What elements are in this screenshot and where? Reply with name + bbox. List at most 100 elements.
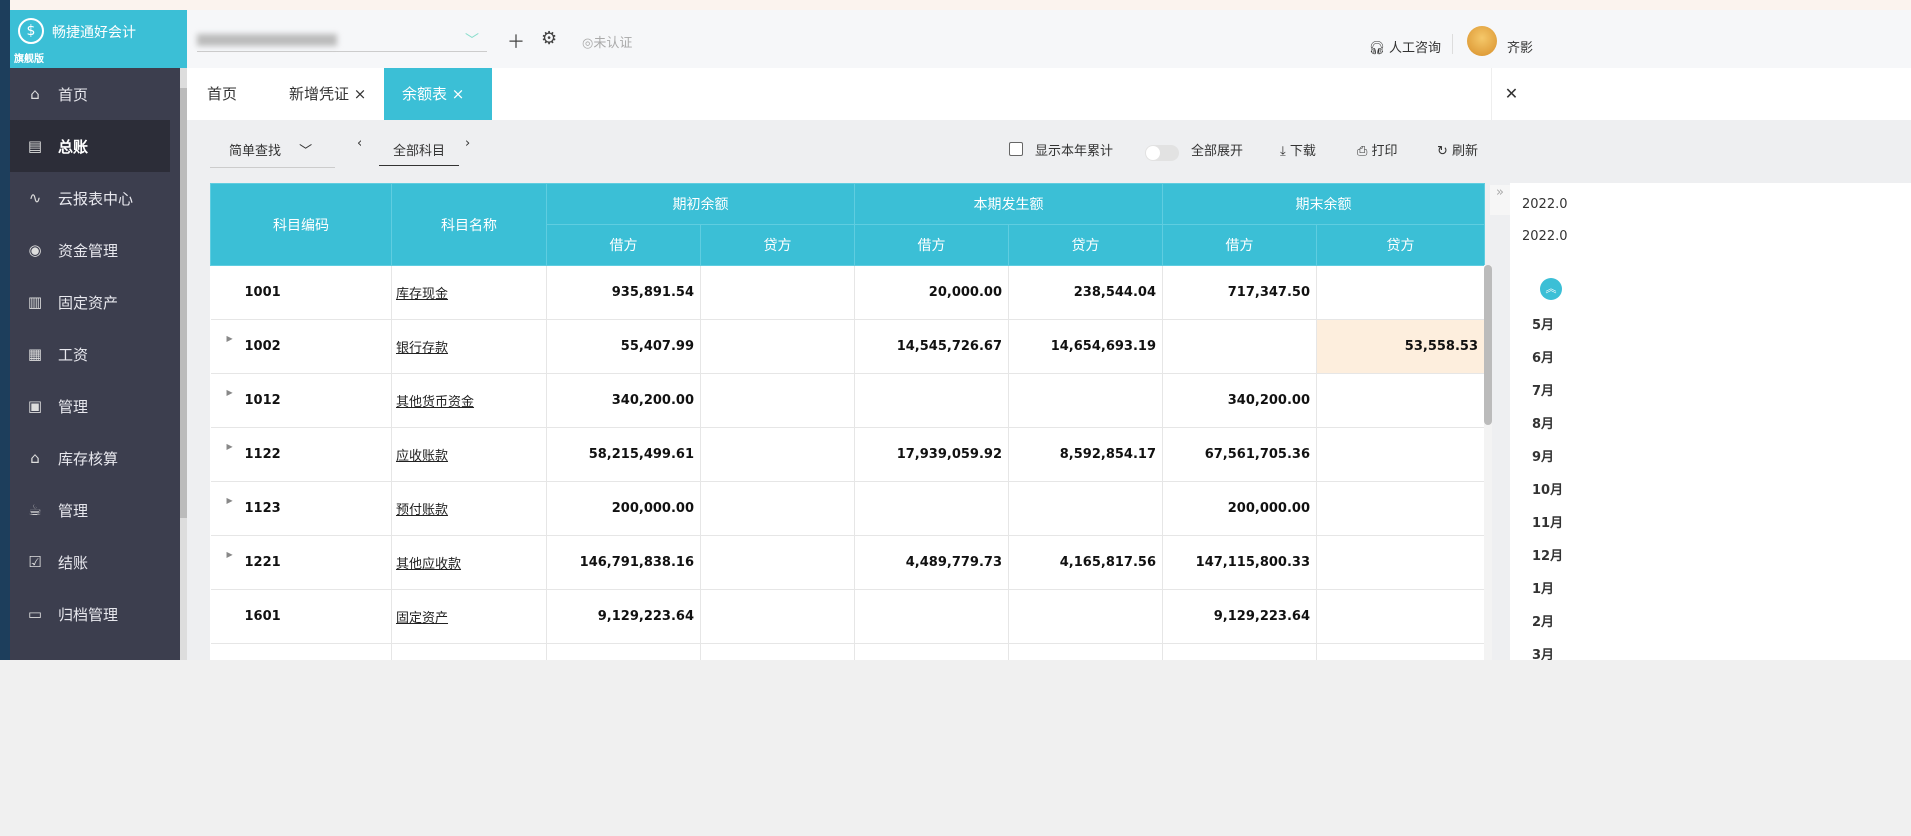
sidebar-scrollbar[interactable] xyxy=(180,68,187,660)
table-row[interactable]: ▶ 1002 银行存款 55,407.99 14,545,726.67 14,654,… xyxy=(210,319,1485,374)
scroll-up-icon[interactable]: ︽ xyxy=(1540,278,1562,300)
sidebar-item[interactable]: ▥ 固定资产 xyxy=(10,276,170,328)
account-name-link[interactable]: 固定资产 xyxy=(396,611,448,626)
unverified-badge[interactable]: ◎未认证 xyxy=(582,32,632,51)
cell-od: 58,215,499.61 xyxy=(546,427,701,482)
expand-all-toggle[interactable] xyxy=(1145,145,1179,161)
table-row[interactable]: ▶ 1123 预付账款 200,000.00 200,000.00 xyxy=(210,481,1485,536)
header-closing: 期末余额 xyxy=(1162,183,1485,225)
table-row[interactable]: ▶ 1122 应收账款 58,215,499.61 17,939,059.92 8,5… xyxy=(210,427,1485,482)
cell-od: 200,000.00 xyxy=(546,481,701,536)
expand-arrow-icon[interactable]: ▶ xyxy=(227,442,233,451)
table-row[interactable]: 1601 固定资产 9,129,223.64 9,129,223.64 xyxy=(210,589,1485,644)
avatar[interactable] xyxy=(1467,26,1497,56)
month-item[interactable]: 6月 xyxy=(1532,342,1563,375)
month-item[interactable]: 7月 xyxy=(1532,375,1563,408)
expand-arrow-icon[interactable]: ▶ xyxy=(227,496,233,505)
account-name-link[interactable]: 银行存款 xyxy=(396,341,448,356)
cell-cc xyxy=(1316,427,1485,482)
sidebar-item[interactable]: ▭ 归档管理 xyxy=(10,588,170,640)
month-list: 2022 5月6月7月8月9月10月11月12月1月2月3月 xyxy=(1524,309,1563,701)
sidebar-item[interactable]: ∿ 云报表中心 xyxy=(10,172,170,224)
header-credit: 贷方 xyxy=(700,224,855,266)
subject-select[interactable]: 全部科目 xyxy=(379,140,460,166)
sidebar-item[interactable]: ▣ 管理 xyxy=(10,380,170,432)
sidebar-item[interactable]: ⌂ 库存核算 xyxy=(10,432,170,484)
account-name-link[interactable]: 库存现金 xyxy=(396,287,448,302)
account-name-link[interactable]: 预付账款 xyxy=(396,503,448,518)
cell-cc xyxy=(1316,265,1485,320)
download-button[interactable]: ⤓ 下载 xyxy=(1280,140,1316,159)
month-item[interactable]: 10月 xyxy=(1532,474,1563,507)
consult-button[interactable]: 🎧︎ 人工咨询 xyxy=(1368,37,1441,56)
period-start[interactable]: 2022.0 xyxy=(1522,197,1568,212)
cell-cd: 717,347.50 xyxy=(1162,265,1317,320)
company-selector[interactable]: ﹀ xyxy=(197,30,487,52)
tab-balance-sheet[interactable]: 余额表 × xyxy=(384,68,492,120)
sidebar-item[interactable]: ◉ 资金管理 xyxy=(10,224,170,276)
account-code: 1123 xyxy=(244,501,281,516)
chevron-down-icon: ﹀ xyxy=(465,33,479,49)
table-row[interactable]: 1001 库存现金 935,891.54 20,000.00 238,544.04 7… xyxy=(210,265,1485,320)
search-mode-label: 简单查找 xyxy=(229,144,282,159)
cell-pd: 14,545,726.67 xyxy=(854,319,1009,374)
month-item[interactable]: 8月 xyxy=(1532,408,1563,441)
user-name[interactable]: 齐影 xyxy=(1507,37,1533,56)
cell-od: 55,407.99 xyxy=(546,319,701,374)
show-year-total-checkbox[interactable] xyxy=(1009,142,1023,156)
sidebar-item[interactable]: ▤ 总账 xyxy=(10,120,170,172)
refresh-button[interactable]: ↻ 刷新 xyxy=(1437,140,1478,159)
collapse-panel-icon[interactable]: » xyxy=(1490,185,1510,215)
cell-name: 银行存款 xyxy=(391,319,547,374)
expand-arrow-icon[interactable]: ▶ xyxy=(227,550,233,559)
period-panel: 2022.0 2022.0 ︽ 2022 5月6月7月8月9月10月11月12月… xyxy=(1510,183,1911,701)
month-item[interactable]: 11月 xyxy=(1532,507,1563,540)
month-item[interactable]: 2月 xyxy=(1532,606,1563,639)
sidebar-item[interactable]: ▦ 工资 xyxy=(10,328,170,380)
print-button[interactable]: ⎙ 打印 xyxy=(1357,140,1398,159)
tab-new-voucher[interactable]: 新增凭证 × xyxy=(289,68,366,120)
app-name: 畅捷通好会计 xyxy=(52,25,136,41)
next-subject-button[interactable]: › xyxy=(465,136,470,151)
sidebar-item[interactable]: ⌂ 首页 xyxy=(10,68,170,120)
cell-od: 340,200.00 xyxy=(546,373,701,428)
chart-icon: ∿ xyxy=(28,189,42,207)
account-name-link[interactable]: 应收账款 xyxy=(396,449,448,464)
search-mode-select[interactable]: 简单查找 ﹀ xyxy=(210,140,335,168)
month-item[interactable]: 1月 xyxy=(1532,573,1563,606)
sidebar-item-label: 资金管理 xyxy=(58,241,119,260)
sidebar-item[interactable]: ☑ 结账 xyxy=(10,536,170,588)
month-item[interactable]: 9月 xyxy=(1532,441,1563,474)
sidebar-item-label: 管理 xyxy=(58,397,89,416)
cell-pd: 17,939,059.92 xyxy=(854,427,1009,482)
checkout-icon: ☑ xyxy=(28,553,42,571)
period-end[interactable]: 2022.0 xyxy=(1522,229,1568,244)
cell-pc: 14,654,693.19 xyxy=(1008,319,1163,374)
tab-home[interactable]: 首页 xyxy=(207,68,237,120)
cell-cd: 67,561,705.36 xyxy=(1162,427,1317,482)
account-name-link[interactable]: 其他应收款 xyxy=(396,557,461,572)
month-item[interactable]: 5月 xyxy=(1532,309,1563,342)
cell-od: 935,891.54 xyxy=(546,265,701,320)
gear-icon[interactable]: ⚙ xyxy=(541,28,557,49)
table-scrollbar[interactable] xyxy=(1484,265,1492,660)
account-name-link[interactable]: 其他货币资金 xyxy=(396,395,474,410)
cell-code: 1601 xyxy=(210,589,392,644)
close-icon[interactable]: ✕ xyxy=(1491,68,1531,120)
prev-subject-button[interactable]: ‹ xyxy=(357,136,362,151)
table-row[interactable]: ▶ 1012 其他货币资金 340,200.00 340,200.00 xyxy=(210,373,1485,428)
month-item[interactable]: 12月 xyxy=(1532,540,1563,573)
expand-arrow-icon[interactable]: ▶ xyxy=(227,388,233,397)
sidebar-item[interactable]: ☕ 管理 xyxy=(10,484,170,536)
expand-arrow-icon[interactable]: ▶ xyxy=(227,334,233,343)
sidebar-item-label: 管理 xyxy=(58,501,89,520)
cell-oc xyxy=(700,373,855,428)
cell-name: 固定资产 xyxy=(391,589,547,644)
company-name-blurred xyxy=(197,34,337,46)
cell-code: ▶ 1221 xyxy=(210,535,392,590)
account-code: 1601 xyxy=(244,609,281,624)
add-icon[interactable]: ＋ xyxy=(507,28,525,54)
account-code: 1012 xyxy=(244,393,281,408)
show-year-total-label: 显示本年累计 xyxy=(1035,144,1114,159)
table-row[interactable]: ▶ 1221 其他应收款 146,791,838.16 4,489,779.73 4,… xyxy=(210,535,1485,590)
